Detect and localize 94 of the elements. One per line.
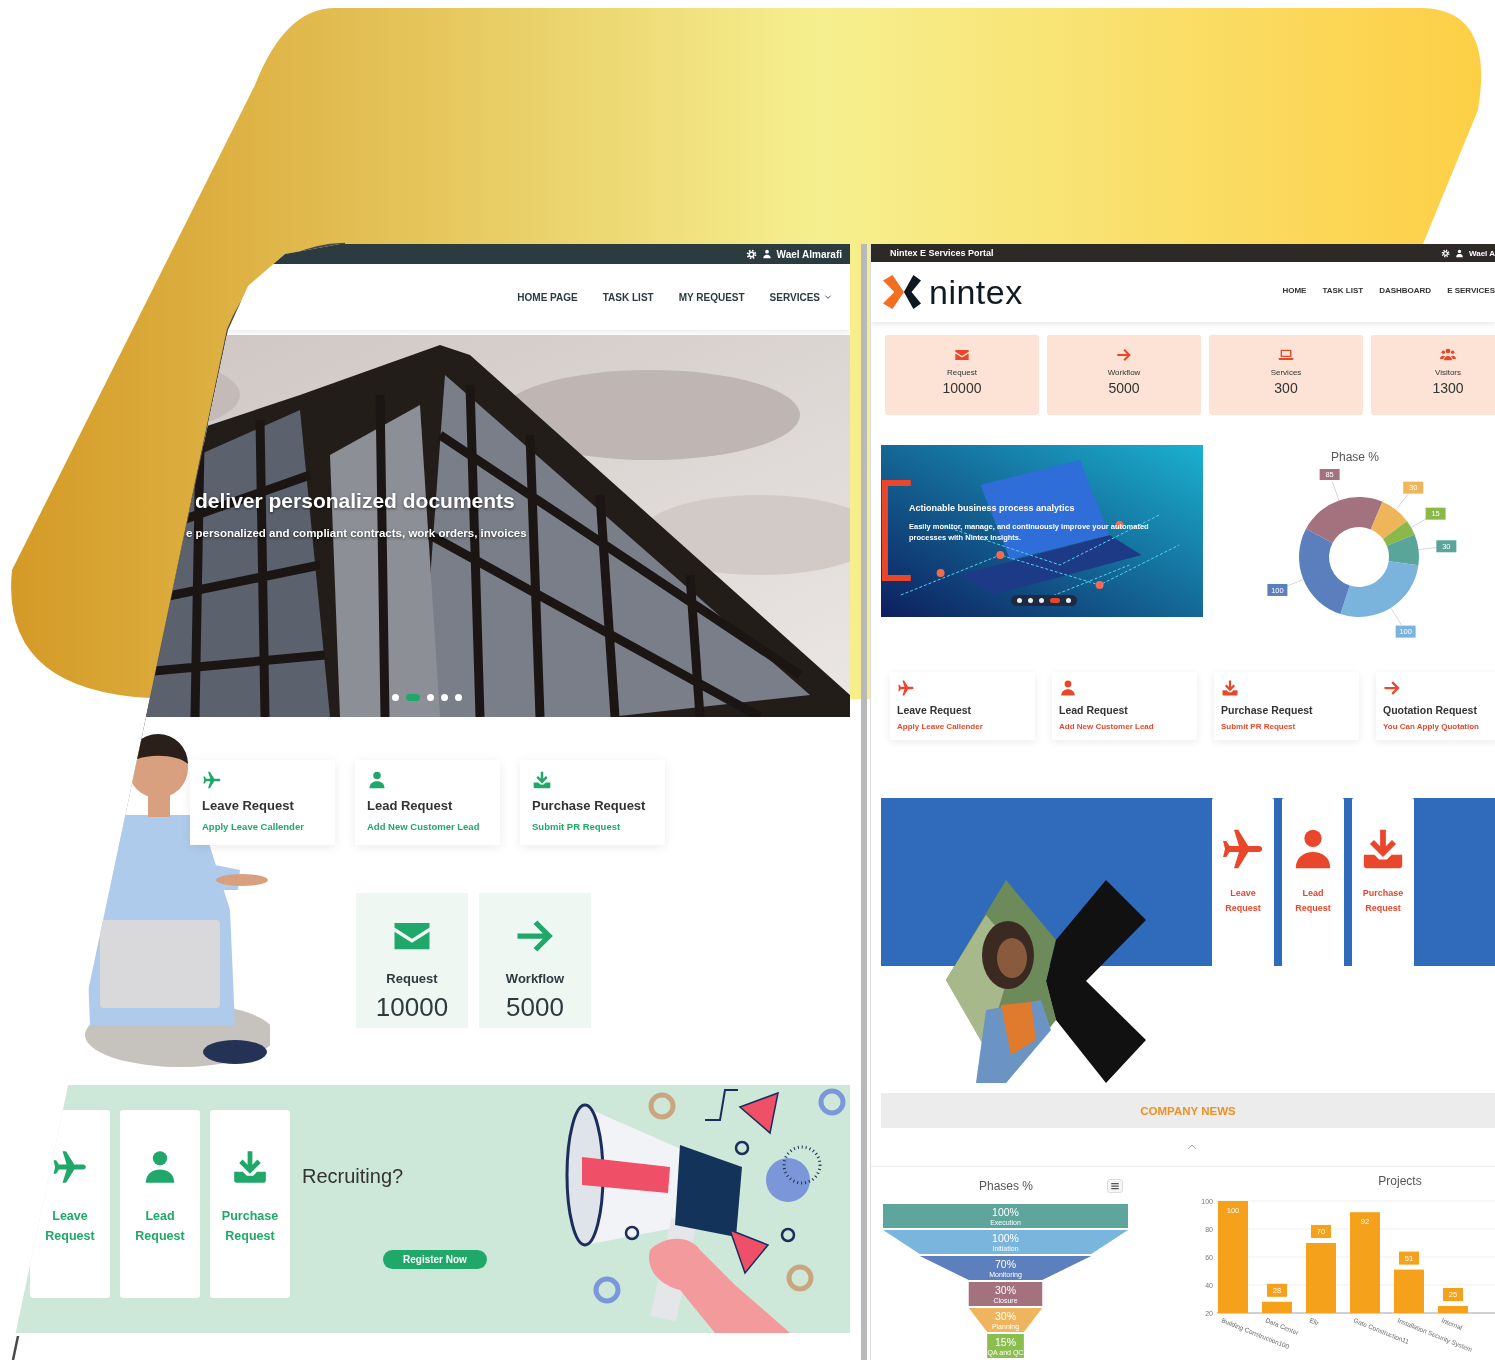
card-link[interactable]: You Can Apply Quotation: [1383, 722, 1495, 731]
tile-label: Purchase Request: [1362, 887, 1404, 915]
percent-label: 70%: [995, 1257, 1016, 1270]
card-title: Leave Request: [897, 704, 973, 716]
card-link[interactable]: Apply Leave Callender: [897, 722, 1028, 731]
card-title: Lead Request: [1059, 704, 1129, 716]
tile-label: Purchase Request: [221, 1208, 279, 1245]
user-name: Wael Almarafi: [776, 248, 842, 260]
plane-icon: [202, 770, 222, 790]
chart-title: Phases %: [979, 1178, 1033, 1193]
nav-link[interactable]: DASHBOARD: [1379, 285, 1432, 295]
bar: [1306, 1243, 1336, 1313]
carousel-dot[interactable]: [1028, 598, 1033, 603]
carousel-dot[interactable]: [427, 694, 434, 701]
nav-link[interactable]: E SERVICES: [1447, 285, 1495, 295]
tile-label: Lead Request: [1295, 887, 1331, 915]
card-link[interactable]: Add New Customer Lead: [1059, 722, 1190, 731]
card-link[interactable]: Submit PR Request: [1221, 722, 1352, 731]
percent-label: 30%: [995, 1309, 1016, 1322]
card-title: Quotation Request: [1383, 704, 1478, 716]
nav-link[interactable]: HOME PAGE: [517, 291, 578, 303]
service-card[interactable]: Lead Request Add New Customer Lead: [1052, 672, 1197, 740]
percent-label: 30%: [995, 1283, 1016, 1296]
carousel-dot[interactable]: [1017, 598, 1022, 603]
download-icon: [231, 1148, 269, 1186]
stat-label: Workflow: [1107, 368, 1141, 377]
percent-label: 100%: [992, 1205, 1019, 1218]
service-card[interactable]: Purchase Request Submit PR Request: [520, 760, 665, 845]
service-card[interactable]: Leave Request Apply Leave Callender: [890, 672, 1035, 740]
bar: [1262, 1301, 1292, 1313]
menu-icon: [1110, 1180, 1120, 1191]
download-icon: [1221, 679, 1239, 697]
percent-label: 15%: [995, 1335, 1016, 1348]
stat-value: 1300: [1432, 380, 1464, 396]
service-card[interactable]: Leave Request Apply Leave Callender: [190, 760, 335, 845]
nav-link[interactable]: TASK LIST: [602, 291, 654, 303]
menu-button[interactable]: [1107, 1178, 1123, 1193]
arrow-icon: [1383, 679, 1401, 697]
bar: [1394, 1269, 1424, 1313]
carousel-dot[interactable]: [392, 694, 399, 701]
settings-icon: [745, 248, 757, 260]
stat-label: Visitors: [1434, 368, 1462, 377]
laptop-icon: [1278, 347, 1294, 363]
stat-label: Workflow: [505, 971, 565, 986]
portal-title: Nintex E Services Portal: [890, 248, 994, 258]
stat-value: 10000: [942, 380, 982, 396]
nav-link[interactable]: TASK LIST: [1322, 285, 1364, 295]
banner-heading: Recruiting?: [302, 1165, 405, 1188]
tile-label: Leave Request: [1225, 887, 1261, 915]
stat-value: 300: [1274, 380, 1298, 396]
chart-title: Projects: [1377, 1173, 1423, 1190]
logo-text: nintex: [929, 272, 1023, 312]
stat-value: 10000: [375, 992, 449, 1023]
plane-icon: [51, 1148, 89, 1186]
stat-label: Request: [947, 368, 977, 377]
people-icon: [1440, 347, 1456, 363]
carousel-dot[interactable]: [455, 694, 462, 701]
chevron-down-icon: [824, 293, 832, 301]
carousel-dot[interactable]: [1066, 598, 1071, 603]
carousel-dot[interactable]: [441, 694, 448, 701]
person-icon: [1454, 248, 1464, 258]
plane-icon: [897, 679, 915, 697]
card-title: Purchase Request: [1221, 704, 1314, 716]
tile-label: Leave Request: [45, 1208, 95, 1245]
card-title: Purchase Request: [532, 798, 647, 813]
nav-link[interactable]: SERVICES: [769, 291, 832, 303]
stat-label: Request: [386, 971, 438, 986]
service-card[interactable]: Purchase Request Submit PR Request: [1214, 672, 1359, 740]
carousel-dot[interactable]: [1039, 598, 1044, 603]
person-icon: [761, 249, 772, 259]
percent-label: 100%: [992, 1231, 1019, 1244]
arrow-icon: [1116, 347, 1132, 363]
stat-value: 5000: [1108, 380, 1140, 396]
person-icon: [367, 770, 387, 790]
user-name: Wael A: [1468, 248, 1495, 258]
logo-icon: [883, 273, 921, 311]
news-heading: COMPANY NEWS: [1140, 1104, 1236, 1117]
tile-label: Lead Request: [135, 1208, 185, 1245]
chart-title: Phase %: [1330, 449, 1380, 466]
nav-link[interactable]: MY REQUEST: [678, 291, 745, 303]
nav-link[interactable]: HOME: [1282, 285, 1307, 295]
card-title: Lead Request: [367, 798, 454, 813]
stat-label: Services: [1270, 368, 1302, 377]
service-card[interactable]: Lead Request Add New Customer Lead: [355, 760, 500, 845]
stat-value: 5000: [506, 992, 564, 1023]
funnel-segment: [987, 1334, 1024, 1358]
card-title: Leave Request: [202, 798, 295, 813]
settings-icon: [1440, 248, 1450, 258]
bar: [1438, 1306, 1468, 1313]
envelope-icon: [954, 347, 970, 363]
service-card[interactable]: Quotation Request You Can Apply Quotation: [1376, 672, 1495, 740]
person-icon: [1059, 679, 1077, 697]
download-icon: [532, 770, 552, 790]
banner-heading: Actionable business process analytics: [909, 503, 1075, 513]
